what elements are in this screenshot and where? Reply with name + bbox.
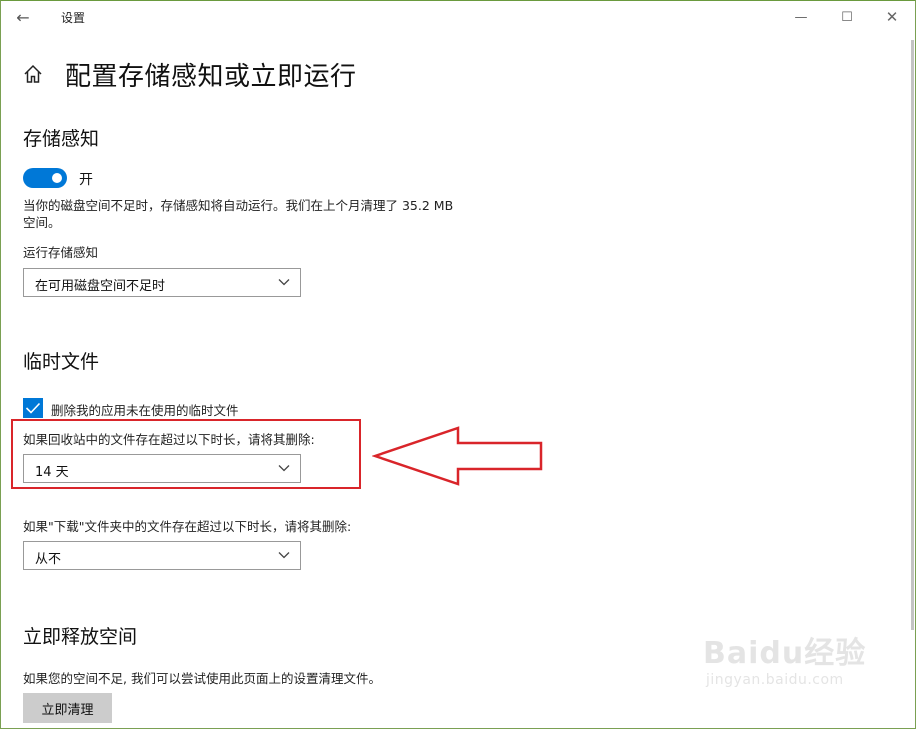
chevron-down-icon bbox=[278, 552, 290, 559]
page-title: 配置存储感知或立即运行 bbox=[65, 62, 357, 92]
minimize-button[interactable]: — bbox=[778, 4, 824, 30]
watermark-url: jingyan.baidu.com bbox=[706, 672, 844, 688]
storage-sense-description: 当你的磁盘空间不足时，存储感知将自动运行。我们在上个月清理了 35.2 MB 空… bbox=[23, 198, 454, 230]
window-frame bbox=[0, 0, 916, 729]
title-bar: ← 设置 — ☐ ✕ bbox=[0, 0, 916, 34]
run-storage-sense-dropdown[interactable]: 在可用磁盘空间不足时 bbox=[23, 268, 301, 297]
run-storage-sense-value: 在可用磁盘空间不足时 bbox=[35, 279, 166, 294]
window-title: 设置 bbox=[61, 11, 86, 25]
section-title-storage-sense: 存储感知 bbox=[23, 128, 100, 150]
home-icon[interactable] bbox=[22, 63, 44, 85]
downloads-duration-label: 如果"下载"文件夹中的文件存在超过以下时长，请将其删除: bbox=[23, 519, 352, 534]
maximize-button[interactable]: ☐ bbox=[824, 4, 870, 30]
section-title-temp-files: 临时文件 bbox=[23, 351, 100, 373]
back-arrow-icon[interactable]: ← bbox=[10, 6, 36, 28]
chevron-down-icon bbox=[278, 279, 290, 286]
delete-temp-files-label: 删除我的应用未在使用的临时文件 bbox=[51, 403, 239, 418]
downloads-duration-value: 从不 bbox=[35, 552, 62, 567]
watermark-logo: Baidu经验 bbox=[703, 636, 867, 671]
scrollbar[interactable] bbox=[911, 40, 914, 630]
clean-now-button[interactable]: 立即清理 bbox=[23, 693, 112, 723]
delete-temp-files-checkbox[interactable] bbox=[23, 398, 43, 418]
annotation-arrow-icon bbox=[372, 426, 543, 486]
downloads-duration-dropdown[interactable]: 从不 bbox=[23, 541, 301, 570]
toggle-state-label: 开 bbox=[79, 172, 93, 188]
annotation-highlight-box bbox=[11, 419, 361, 489]
storage-sense-toggle[interactable] bbox=[23, 168, 67, 188]
section-title-free-space: 立即释放空间 bbox=[23, 626, 138, 648]
watermark: Baidu经验 jingyan.baidu.com bbox=[703, 628, 868, 708]
run-storage-sense-label: 运行存储感知 bbox=[23, 245, 99, 260]
free-space-description: 如果您的空间不足, 我们可以尝试使用此页面上的设置清理文件。 bbox=[23, 671, 381, 686]
close-button[interactable]: ✕ bbox=[869, 4, 915, 30]
checkmark-icon bbox=[25, 402, 41, 414]
